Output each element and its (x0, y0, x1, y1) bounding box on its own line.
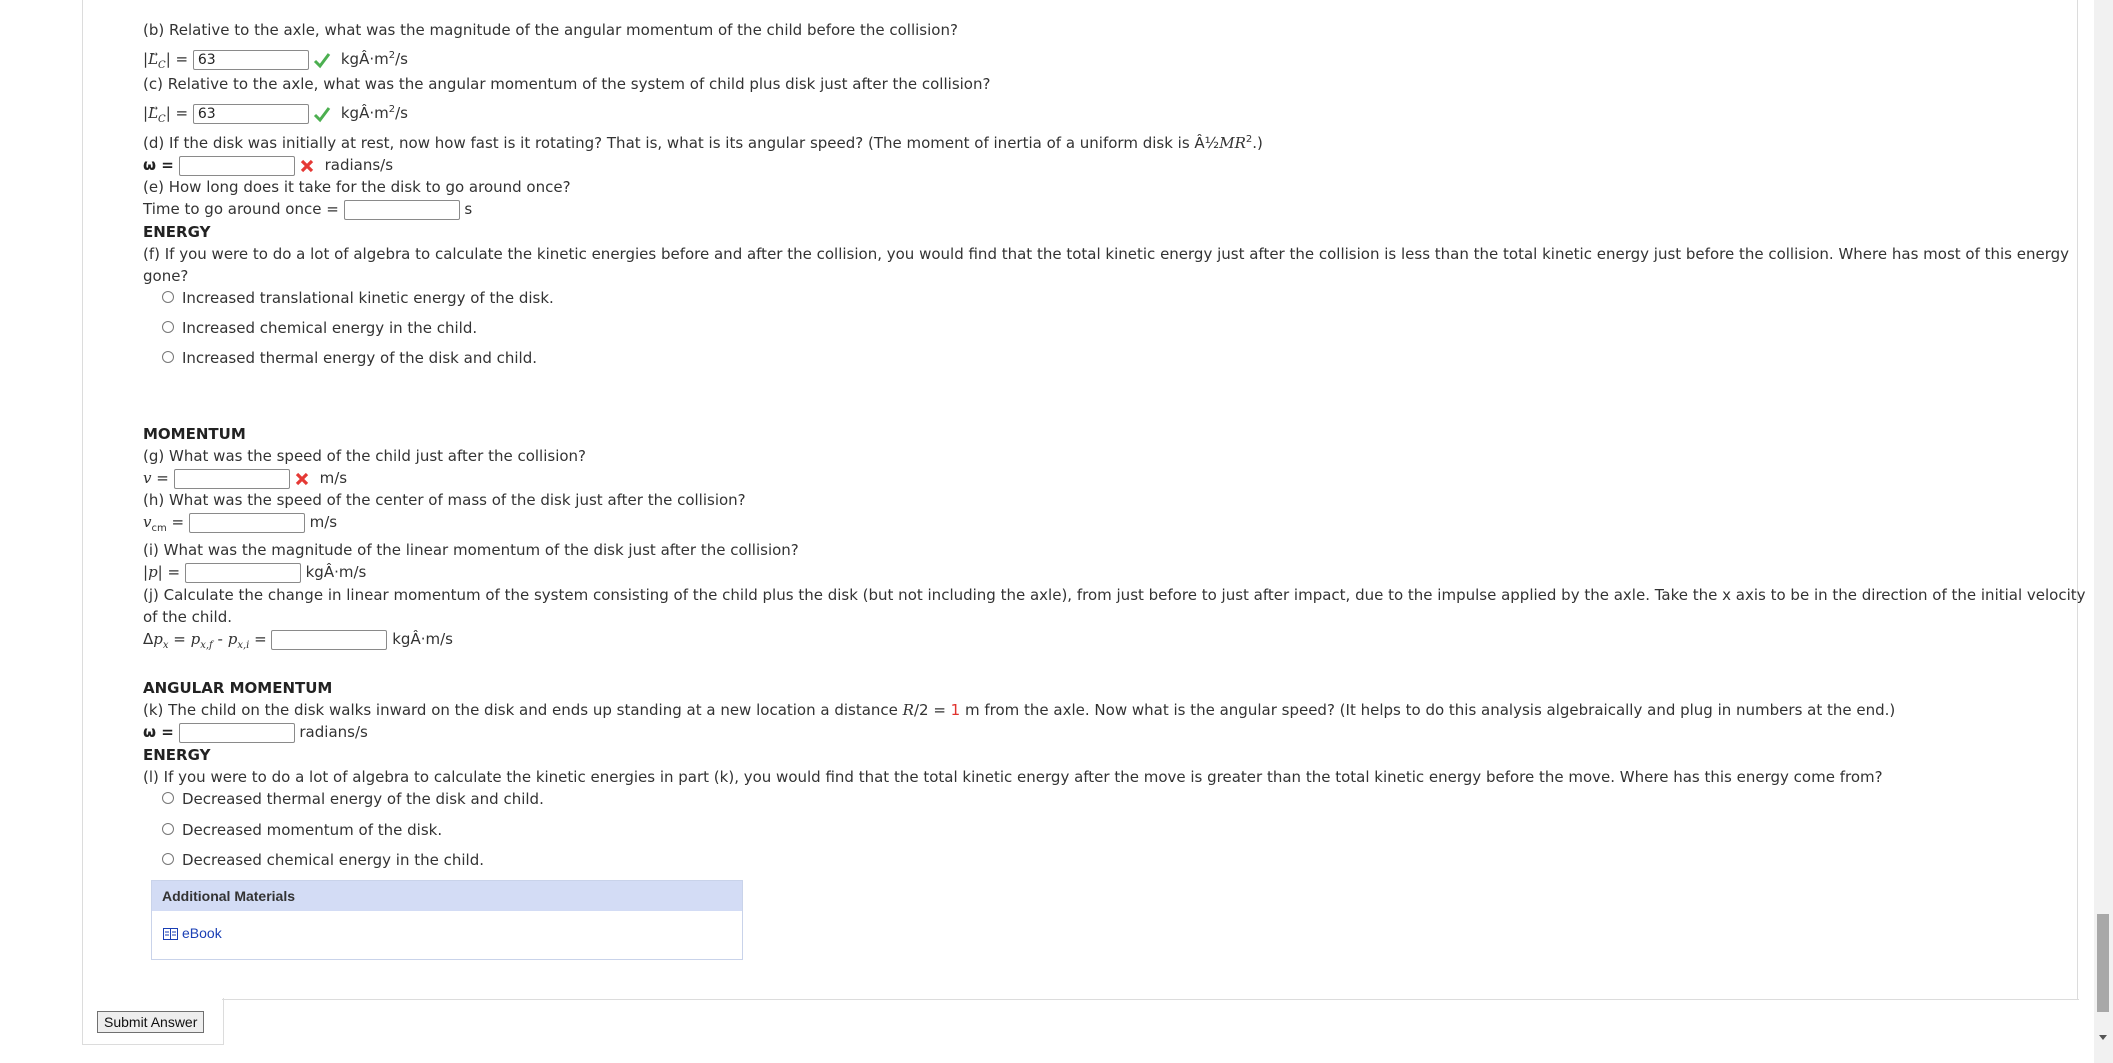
answer-row-k: ω = radians/s (143, 722, 368, 743)
ebook-link[interactable]: eBook (163, 925, 222, 941)
unit-k: radians/s (299, 723, 368, 741)
check-icon (313, 106, 331, 122)
radio-button[interactable] (162, 791, 174, 804)
heading-angular-momentum: ANGULAR MOMENTUM (143, 679, 333, 697)
answer-row-d: ω = radians/s (143, 155, 393, 176)
answer-input-k[interactable] (178, 722, 295, 743)
radio-button[interactable] (162, 350, 174, 363)
answer-row-g: v = m/s (143, 468, 348, 489)
divider (222, 999, 2079, 1000)
unit-j: kgÂ·m/s (392, 630, 453, 648)
answer-input-c[interactable]: 63 (192, 103, 309, 124)
label-b: |L⃗C| = (143, 50, 193, 71)
unit-b: kgÂ·m2/s (340, 50, 408, 68)
scrollbar-thumb[interactable] (2097, 914, 2109, 1012)
heading-energy: ENERGY (143, 223, 211, 241)
answer-row-h: vcm = m/s (143, 512, 338, 534)
answer-input-e[interactable] (343, 199, 460, 220)
scrollbar[interactable] (2094, 0, 2113, 1063)
answer-input-j[interactable] (271, 629, 388, 650)
unit-h: m/s (309, 513, 338, 531)
option-f-2[interactable]: Increased chemical energy in the child. (162, 318, 477, 338)
submit-answer-button[interactable]: Submit Answer (97, 1011, 205, 1033)
label-k: ω = (143, 723, 174, 741)
ebook-link-label[interactable]: eBook (182, 925, 222, 941)
unit-i: kgÂ·m/s (305, 563, 367, 581)
answer-row-b: |L⃗C| = 63 kgÂ·m2/s (143, 46, 408, 76)
unit-c: kgÂ·m2/s (340, 104, 408, 122)
question-g: (g) What was the speed of the child just… (143, 447, 587, 465)
radio-button[interactable] (162, 852, 174, 865)
unit-g: m/s (319, 469, 348, 487)
question-j-line1: (j) Calculate the change in linear momen… (143, 586, 2086, 604)
question-f-line1: (f) If you were to do a lot of algebra t… (143, 245, 2070, 263)
option-l-2[interactable]: Decreased momentum of the disk. (162, 820, 442, 840)
answer-input-b[interactable]: 63 (192, 49, 309, 70)
question-b: (b) Relative to the axle, what was the m… (143, 21, 958, 39)
radio-button[interactable] (162, 290, 174, 303)
option-l-1[interactable]: Decreased thermal energy of the disk and… (162, 789, 544, 809)
x-icon (300, 159, 313, 172)
answer-row-j: Δpx = px,f - px,i = kgÂ·m/s (143, 629, 453, 656)
question-h: (h) What was the speed of the center of … (143, 491, 746, 509)
option-l-3[interactable]: Decreased chemical energy in the child. (162, 850, 484, 870)
unit-e: s (464, 200, 473, 218)
question-c: (c) Relative to the axle, what was the a… (143, 75, 991, 93)
question-f-line2: gone? (143, 267, 189, 285)
question-i: (i) What was the magnitude of the linear… (143, 541, 799, 559)
label-i: p (148, 563, 158, 581)
label-d: ω = (143, 156, 174, 174)
unit-d: radians/s (324, 156, 394, 174)
heading-energy-2: ENERGY (143, 746, 211, 764)
label-g: v (143, 469, 152, 487)
x-icon (295, 472, 308, 485)
question-j-line2: of the child. (143, 608, 232, 626)
question-e: (e) How long does it take for the disk t… (143, 178, 571, 196)
question-d: (d) If the disk was initially at rest, n… (143, 134, 1263, 152)
radio-button[interactable] (162, 320, 174, 333)
book-icon (163, 928, 178, 941)
label-c: |L⃗C| = (143, 104, 193, 125)
answer-row-e: Time to go around once = s (143, 199, 472, 220)
check-icon (313, 52, 331, 68)
option-f-3[interactable]: Increased thermal energy of the disk and… (162, 348, 537, 368)
answer-row-i: |p| = kgÂ·m/s (143, 562, 367, 583)
option-f-1[interactable]: Increased translational kinetic energy o… (162, 288, 554, 308)
label-j: Δpx = px,f - px,i = (143, 630, 272, 651)
answer-row-c: |L⃗C| = 63 kgÂ·m2/s (143, 100, 408, 130)
answer-input-d[interactable] (178, 155, 295, 176)
heading-momentum: MOMENTUM (143, 425, 246, 443)
answer-input-i[interactable] (184, 562, 301, 583)
scroll-down-arrow-icon[interactable] (2099, 1035, 2107, 1040)
additional-materials-title: Additional Materials (152, 881, 742, 911)
question-k: (k) The child on the disk walks inward o… (143, 701, 1896, 719)
radio-button[interactable] (162, 822, 174, 835)
answer-input-h[interactable] (188, 512, 305, 533)
label-e: Time to go around once = (143, 200, 339, 218)
answer-input-g[interactable] (173, 468, 290, 489)
question-l: (l) If you were to do a lot of algebra t… (143, 768, 1883, 786)
additional-materials-panel: Additional Materials eBook (151, 880, 743, 960)
